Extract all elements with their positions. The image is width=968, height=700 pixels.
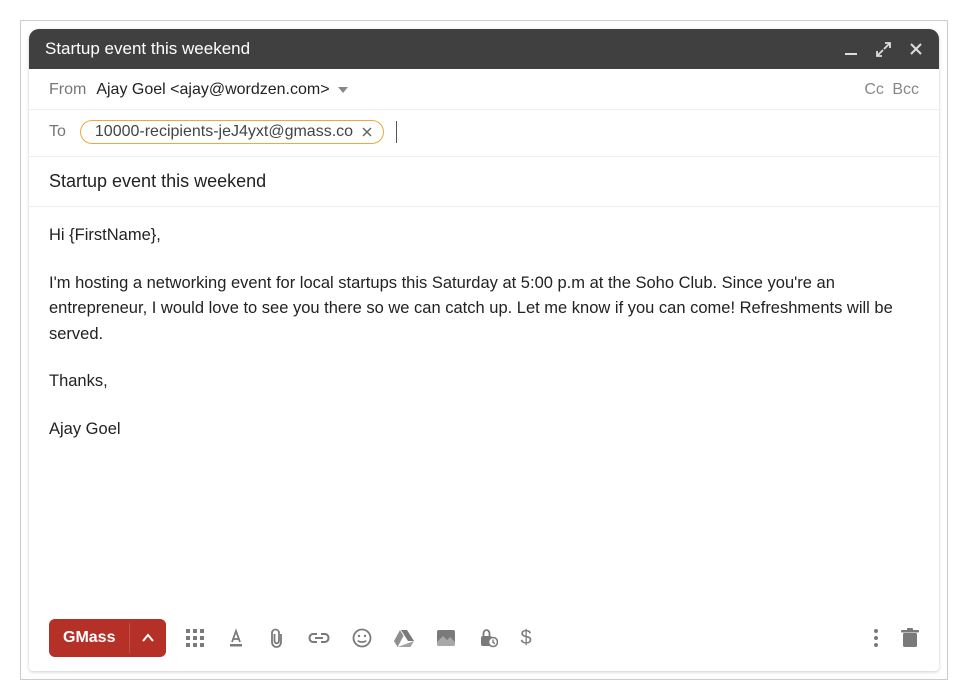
expand-icon[interactable] [876,42,891,57]
more-options-icon[interactable] [873,628,879,648]
window-title: Startup event this weekend [45,39,250,59]
delete-icon[interactable] [901,628,919,648]
bcc-link[interactable]: Bcc [892,81,919,98]
emoji-icon[interactable] [352,628,372,648]
subject-row: Startup event this weekend [29,157,939,207]
window-controls [844,42,923,57]
from-value: Ajay Goel <ajay@wordzen.com> [96,81,329,99]
to-input-cursor[interactable] [396,121,397,143]
attachment-icon[interactable] [268,628,286,648]
gmass-label: GMass [49,619,129,657]
email-body[interactable]: Hi {FirstName}, I'm hosting a networking… [29,207,939,607]
toolbar: GMass [29,607,939,671]
link-icon[interactable] [308,632,330,644]
dollar-icon[interactable]: $ [520,627,531,650]
text-format-icon[interactable] [226,628,246,648]
cc-link[interactable]: Cc [864,81,884,98]
recipient-chip[interactable]: 10000-recipients-jeJ4yxt@gmass.co [80,120,384,144]
body-paragraph: I'm hosting a networking event for local… [49,271,919,348]
image-icon[interactable] [436,629,456,647]
body-signature: Ajay Goel [49,417,919,443]
from-label: From [49,81,86,99]
recipient-email: 10000-recipients-jeJ4yxt@gmass.co [95,123,353,141]
drive-icon[interactable] [394,629,414,647]
from-dropdown-icon[interactable] [338,87,348,93]
from-row: From Ajay Goel <ajay@wordzen.com> Cc Bcc [29,69,939,110]
subject-input[interactable]: Startup event this weekend [49,171,919,192]
to-row: To 10000-recipients-jeJ4yxt@gmass.co [29,110,939,157]
remove-recipient-icon[interactable] [359,126,375,138]
gmass-dropdown-icon[interactable] [129,623,166,653]
compose-window: Startup event this weekend [29,29,939,671]
close-icon[interactable] [909,42,923,56]
titlebar: Startup event this weekend [29,29,939,69]
body-greeting: Hi {FirstName}, [49,223,919,249]
apps-grid-icon[interactable] [186,629,204,647]
minimize-icon[interactable] [844,42,858,56]
confidential-mode-icon[interactable] [478,628,498,648]
gmass-button[interactable]: GMass [49,619,166,657]
body-thanks: Thanks, [49,369,919,395]
cc-bcc-toggle[interactable]: Cc Bcc [860,81,919,99]
to-label: To [49,123,66,141]
